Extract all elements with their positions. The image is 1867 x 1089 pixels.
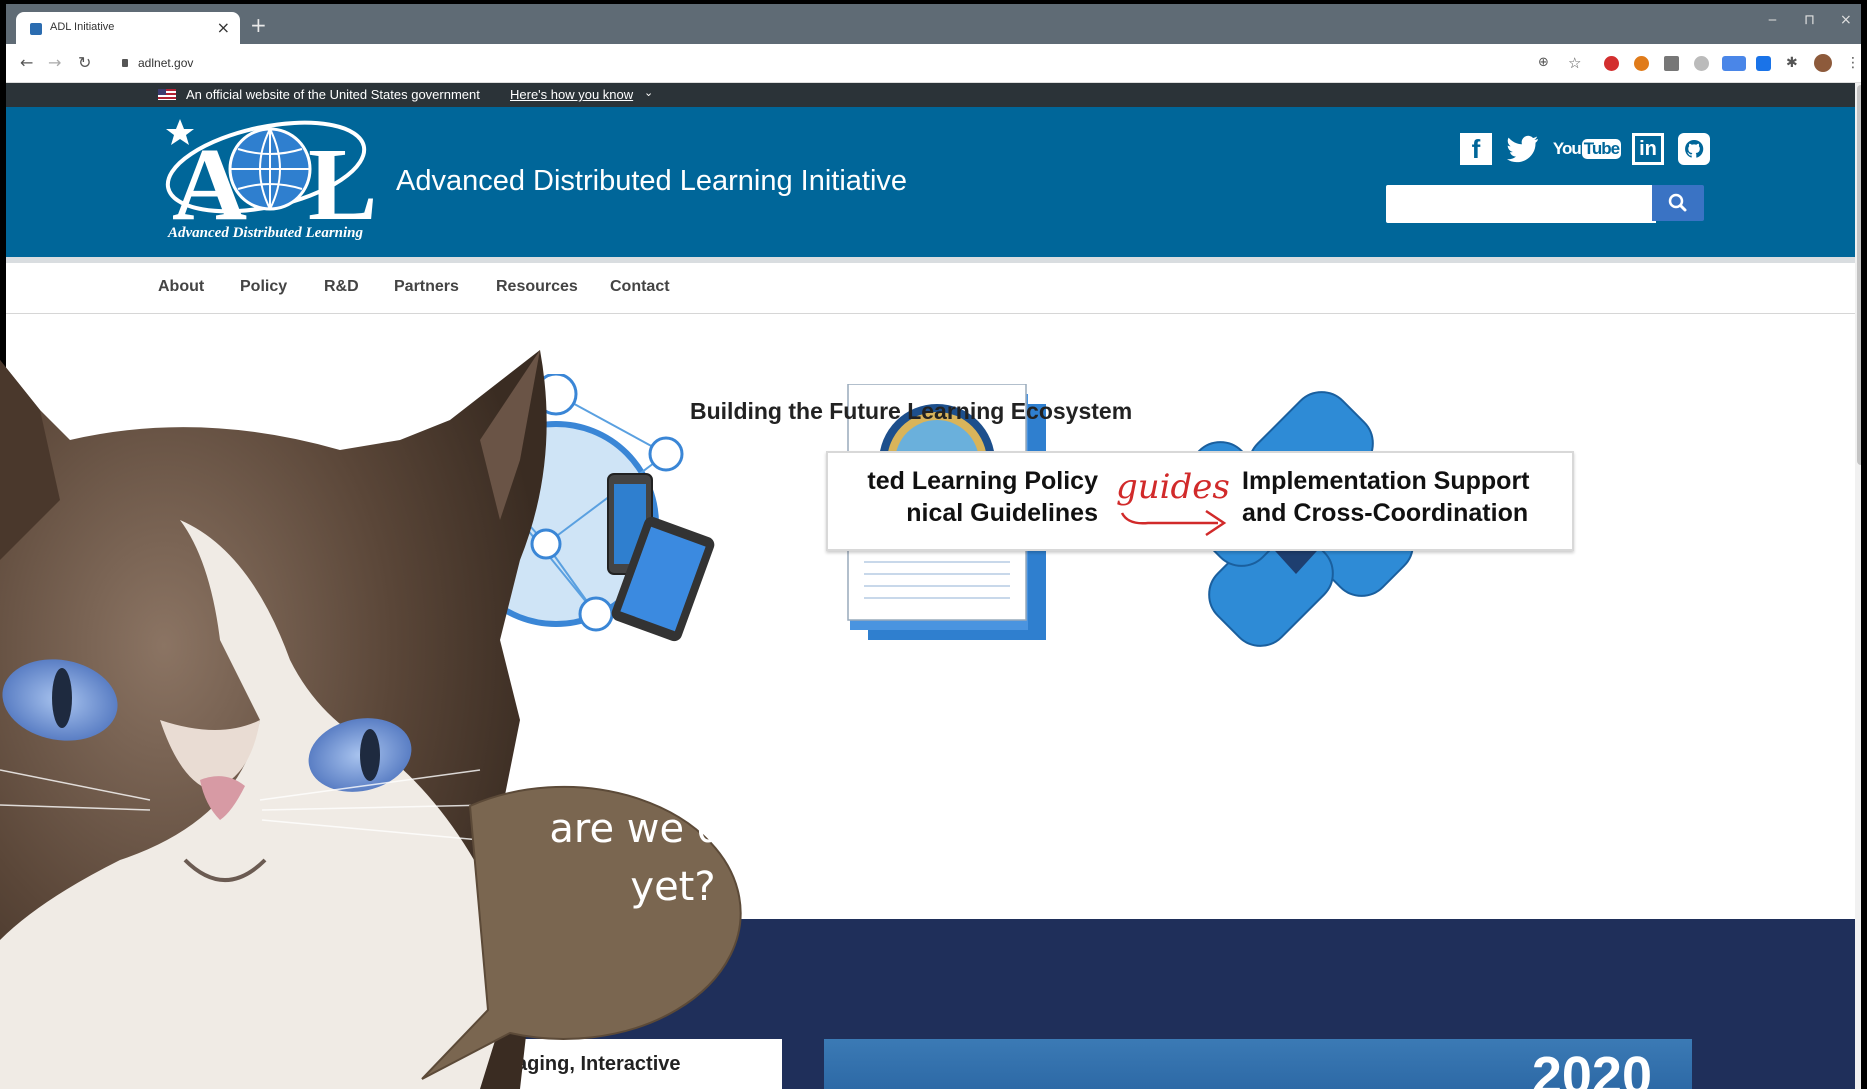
speech-line-1: are we done: [549, 806, 797, 852]
page-scrollbar[interactable]: [1855, 83, 1861, 1089]
gov-banner-text: An official website of the United States…: [186, 87, 480, 102]
logo-subtitle: Advanced Distributed Learning: [168, 225, 364, 241]
policy-diagram[interactable]: ted Learning Policy nical Guidelines gui…: [826, 451, 1574, 551]
avatar[interactable]: [1814, 54, 1832, 72]
gov-banner: An official website of the United States…: [6, 83, 1861, 107]
promo-banner[interactable]: 2020: [824, 1039, 1692, 1089]
site-header: A L Advanced Distributed Learning Advanc…: [6, 107, 1861, 263]
puzzle-icon[interactable]: ✱: [1786, 55, 1798, 71]
address-bar: ← → ↻ adlnet.gov ⊕ ☆ ✱ ⋮: [6, 44, 1861, 83]
tab-title: ADL Initiative: [50, 21, 115, 33]
nav-item-policy[interactable]: Policy: [240, 278, 287, 296]
forward-arrow-icon[interactable]: →: [48, 53, 61, 72]
extension-icon[interactable]: [1634, 56, 1649, 71]
nav-item-resources[interactable]: Resources: [496, 278, 578, 296]
star-icon[interactable]: ☆: [1568, 54, 1581, 72]
chevron-down-icon[interactable]: ⌄: [644, 86, 653, 99]
extension-icon[interactable]: [1722, 56, 1746, 71]
heres-how-you-know-link[interactable]: Here's how you know: [510, 87, 633, 102]
promo-year: 2020: [1531, 1046, 1652, 1089]
nav-item-partners[interactable]: Partners: [394, 278, 459, 296]
speech-bubble-text: are we done yet?: [503, 800, 843, 916]
extension-icon[interactable]: [1604, 56, 1619, 71]
new-tab-button[interactable]: +: [250, 15, 267, 35]
browser-tab[interactable]: ADL Initiative ×: [16, 12, 240, 44]
search-button[interactable]: [1652, 185, 1704, 221]
adl-logo[interactable]: A L Advanced Distributed Learning: [158, 115, 378, 251]
svg-text:L: L: [308, 127, 377, 225]
zoom-icon[interactable]: ⊕: [1538, 55, 1549, 70]
site-title[interactable]: Advanced Distributed Learning Initiative: [396, 165, 907, 198]
favicon-icon: [30, 23, 42, 35]
search-input[interactable]: [1386, 185, 1656, 223]
extension-icon[interactable]: [1664, 56, 1679, 71]
policy-right-text: Implementation Support and Cross-Coordin…: [1242, 465, 1530, 529]
nav-item-about[interactable]: About: [158, 278, 204, 296]
us-flag-icon: [158, 89, 176, 100]
youtube-icon[interactable]: You Tube: [1553, 133, 1622, 165]
cat-image: [0, 350, 547, 1089]
tab-strip: ADL Initiative × + ‒ ⊓ ×: [6, 4, 1861, 44]
github-icon[interactable]: [1678, 133, 1710, 165]
lock-icon: [122, 59, 128, 67]
guides-arrow-icon: [1120, 509, 1227, 537]
facebook-icon[interactable]: f: [1460, 133, 1492, 165]
back-arrow-icon[interactable]: ←: [20, 53, 33, 72]
twitter-icon[interactable]: [1506, 133, 1540, 165]
speech-line-2: yet?: [630, 864, 716, 910]
linkedin-icon[interactable]: in: [1632, 133, 1664, 165]
search-icon: [1668, 193, 1687, 212]
policy-right-line-2: and Cross-Coordination: [1242, 499, 1529, 527]
scrollbar-thumb[interactable]: [1857, 85, 1861, 465]
minimize-button[interactable]: ‒: [1768, 12, 1777, 28]
url-field[interactable]: adlnet.gov: [138, 56, 193, 70]
nav-item-rd[interactable]: R&D: [324, 278, 359, 296]
menu-icon[interactable]: ⋮: [1846, 55, 1860, 71]
grumpy-cat-overlay: [0, 350, 742, 1089]
close-window-button[interactable]: ×: [1840, 12, 1852, 28]
tab-close-icon[interactable]: ×: [217, 18, 230, 37]
maximize-button[interactable]: ⊓: [1804, 12, 1815, 28]
guides-label: guides: [1116, 467, 1230, 507]
nav-item-contact[interactable]: Contact: [610, 278, 670, 296]
extension-icon[interactable]: [1756, 56, 1771, 71]
reload-icon[interactable]: ↻: [78, 53, 91, 72]
policy-right-line-1: Implementation Support: [1242, 467, 1530, 495]
adl-logo-graphic: A L: [165, 119, 377, 242]
extension-icon[interactable]: [1694, 56, 1709, 71]
